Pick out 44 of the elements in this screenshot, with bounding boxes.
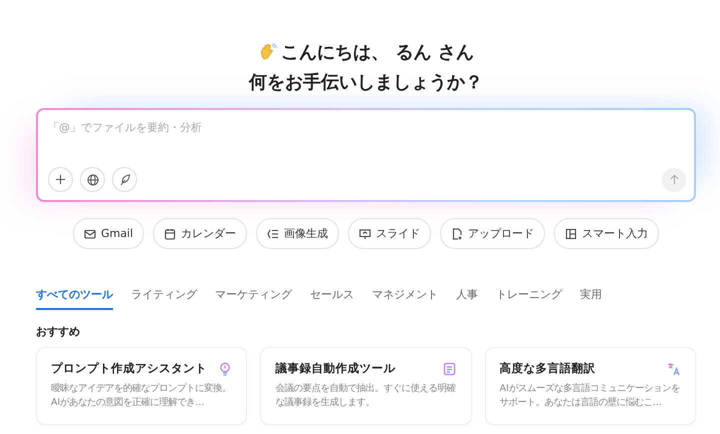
card-title: 高度な多言語翻訳 (500, 361, 596, 376)
tool-card[interactable]: 議事録自動作成ツール 会議の要点を自動で抽出。すぐに使える明確な議事録を生成します。 (260, 347, 472, 425)
category-tab[interactable]: ライティング (131, 283, 197, 310)
feather-icon (118, 174, 130, 186)
presentation-icon (359, 228, 372, 240)
section-title: おすすめ (36, 324, 81, 339)
shortcut-chip[interactable]: 画像生成 (256, 218, 340, 249)
web-button[interactable] (80, 167, 105, 192)
list-icon (267, 228, 280, 240)
waving-hand-icon (258, 42, 278, 62)
category-tab[interactable]: マネジメント (372, 283, 438, 310)
translate-icon (666, 362, 681, 376)
card-title: プロンプト作成アシスタント (51, 361, 207, 376)
shortcut-chip[interactable]: カレンダー (153, 218, 248, 249)
shortcut-chip[interactable]: アップロード (440, 218, 546, 249)
card-description: AIがスムーズな多言語コミュニケーションをサポート。あなたは言語の壁に悩むこ… (500, 382, 681, 410)
prompt-field[interactable]: 「@」でファイルを要約・分析 (38, 110, 694, 200)
greeting-question: 何をお手伝いしましょうか？ (249, 71, 483, 94)
category-tab[interactable]: すべてのツール (36, 283, 113, 310)
tool-card[interactable]: 高度な多言語翻訳 AIがスムーズな多言語コミュニケーションをサポート。あなたは言語の壁に悩むこ… (484, 347, 696, 425)
lightbulb-icon (218, 362, 232, 376)
card-description: 会議の要点を自動で抽出。すぐに使える明確な議事録を生成します。 (275, 382, 456, 410)
category-tab[interactable]: マーケティング (215, 283, 292, 310)
calendar-icon (164, 228, 176, 240)
arrow-up-icon (668, 174, 680, 185)
mail-icon (84, 228, 96, 240)
layout-icon (565, 228, 578, 240)
category-tab[interactable]: セールス (310, 283, 354, 310)
shortcut-chip[interactable]: Gmail (72, 218, 144, 249)
card-title: 議事録自動作成ツール (275, 361, 396, 376)
category-tab[interactable]: 人事 (456, 283, 478, 310)
style-button[interactable] (112, 167, 137, 192)
category-tab[interactable]: 実用 (580, 283, 602, 310)
tool-card[interactable]: プロンプト作成アシスタント 曖昧なアイデアを的確なプロンプトに変換。AIがあなたの意図を正確に理解でき… (36, 347, 248, 425)
card-description: 曖昧なアイデアを的確なプロンプトに変換。AIがあなたの意図を正確に理解でき… (51, 382, 232, 410)
plus-icon (55, 174, 66, 185)
shortcut-chip[interactable]: スライド (348, 218, 432, 249)
add-button[interactable] (48, 167, 73, 192)
notes-icon (442, 362, 457, 376)
shortcut-chip[interactable]: スマート入力 (554, 218, 660, 249)
document-icon (451, 228, 464, 240)
greeting-text: こんにちは、 るん さん (281, 41, 474, 64)
category-tab[interactable]: トレーニング (496, 283, 562, 310)
globe-icon (86, 174, 98, 186)
